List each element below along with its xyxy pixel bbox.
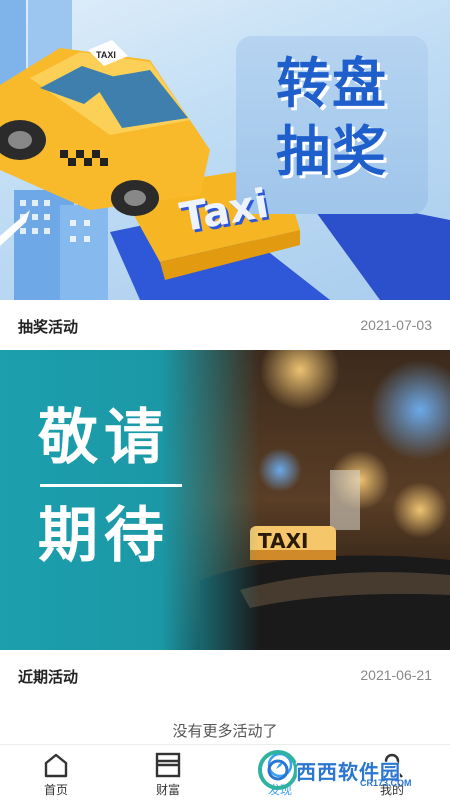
tab-home[interactable]: 首页 <box>0 745 112 800</box>
taxi-roof-sign: TAXI <box>258 529 308 553</box>
activity-date: 2021-07-03 <box>360 317 432 333</box>
home-icon <box>44 753 68 778</box>
watermark-subtext: CR173.COM <box>360 778 412 788</box>
wallet-icon <box>155 752 181 778</box>
activity-meta-row[interactable]: 抽奖活动 2021-07-03 <box>0 300 450 350</box>
coming-soon-line-2: 期待 <box>38 501 170 571</box>
tab-wealth[interactable]: 财富 <box>112 745 224 800</box>
banner-title-lottery: 转盘 抽奖 <box>276 52 388 183</box>
divider-line <box>40 484 182 487</box>
tab-label: 首页 <box>43 783 68 797</box>
activity-title: 近期活动 <box>18 669 79 686</box>
activity-meta-row[interactable]: 近期活动 2021-06-21 <box>0 650 450 700</box>
activity-feed[interactable]: TAXI 转盘 抽奖 Taxi 抽奖活动 2021-07-03 TAXI 敬请 … <box>0 0 450 744</box>
activity-date: 2021-06-21 <box>360 667 432 683</box>
coming-soon-line-1: 敬请 <box>38 403 170 473</box>
activity-banner-coming-soon[interactable]: TAXI 敬请 期待 <box>0 350 450 650</box>
activity-banner-lottery[interactable]: TAXI 转盘 抽奖 Taxi <box>0 0 450 300</box>
no-more-activities-text: 没有更多活动了 <box>172 723 278 740</box>
activity-title: 抽奖活动 <box>18 319 79 336</box>
tab-label: 财富 <box>155 783 180 797</box>
taxi-roof-label: TAXI <box>96 50 116 60</box>
